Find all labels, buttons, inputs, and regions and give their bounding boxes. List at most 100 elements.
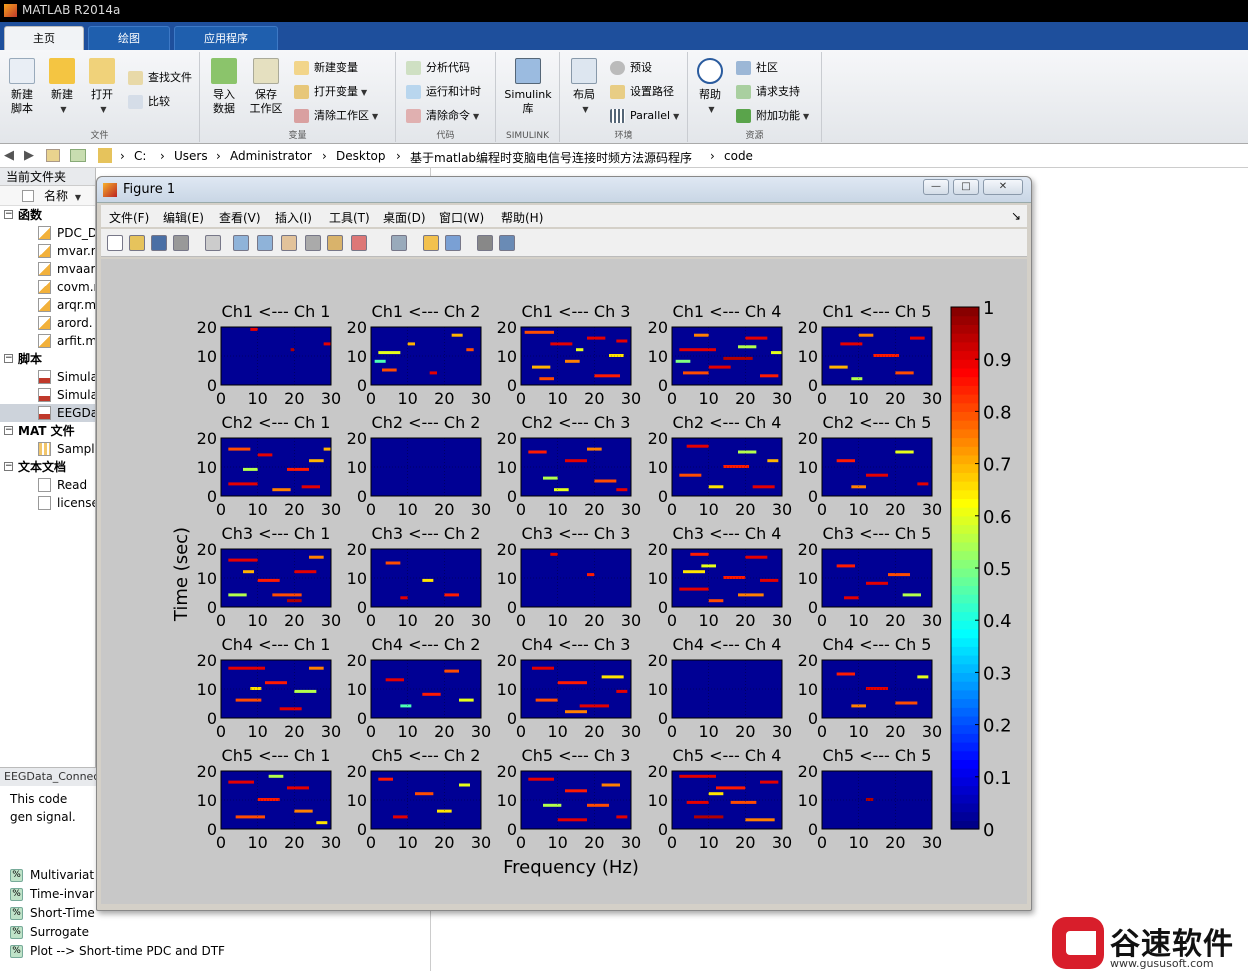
- open-variable-button[interactable]: 打开变量 ▼: [294, 82, 367, 102]
- colorbar-segment: [951, 446, 979, 456]
- heatmap-block: [287, 467, 309, 471]
- breadcrumb-item[interactable]: 基于matlab编程时变脑电信号连接时频方法源码程序: [410, 149, 692, 166]
- simulink-library-button[interactable]: Simulink 库: [504, 56, 552, 116]
- show-tools-icon[interactable]: [499, 235, 515, 251]
- minimize-icon[interactable]: —: [923, 179, 949, 195]
- name-column-header[interactable]: 名称 ▼: [0, 186, 95, 206]
- tree-section[interactable]: − 脚本: [0, 350, 95, 368]
- close-icon[interactable]: ✕: [983, 179, 1023, 195]
- x-tick-label: 20: [885, 611, 905, 630]
- save-icon[interactable]: [151, 235, 167, 251]
- figure-menu-item[interactable]: 桌面(D): [383, 209, 426, 226]
- print-icon[interactable]: [173, 235, 189, 251]
- y-tick-label: 10: [347, 680, 367, 699]
- x-tick-label: 20: [434, 833, 454, 852]
- figure-menu-item[interactable]: 插入(I): [275, 209, 312, 226]
- tree-section[interactable]: − 文本文档: [0, 458, 95, 476]
- heatmap-block: [594, 479, 617, 483]
- dock-icon[interactable]: ↘: [1011, 209, 1021, 223]
- colorbar-icon[interactable]: [423, 235, 439, 251]
- file-item[interactable]: mvar.m: [0, 242, 95, 260]
- layout-button[interactable]: 布局 ▼: [564, 56, 604, 117]
- collapse-icon[interactable]: −: [4, 210, 13, 219]
- pointer-icon[interactable]: [205, 235, 221, 251]
- clear-workspace-button[interactable]: 清除工作区 ▼: [294, 106, 378, 126]
- up-folder-icon[interactable]: [46, 149, 60, 162]
- tab-apps[interactable]: 应用程序: [174, 26, 278, 50]
- tab-home[interactable]: 主页: [4, 26, 84, 50]
- breadcrumb-item[interactable]: code: [724, 149, 753, 163]
- file-item[interactable]: license: [0, 494, 95, 512]
- file-item[interactable]: EEGDa: [0, 404, 95, 422]
- rotate-icon[interactable]: [305, 235, 321, 251]
- maximize-icon[interactable]: □: [953, 179, 979, 195]
- collapse-icon[interactable]: −: [4, 426, 13, 435]
- forward-icon[interactable]: ▶: [24, 148, 34, 163]
- breadcrumb-item[interactable]: Desktop: [336, 149, 386, 163]
- file-item[interactable]: arqr.m: [0, 296, 95, 314]
- file-item[interactable]: Simula: [0, 368, 95, 386]
- collapse-icon[interactable]: −: [4, 462, 13, 471]
- figure-menu-item[interactable]: 窗口(W): [439, 209, 484, 226]
- new-figure-icon[interactable]: [107, 235, 123, 251]
- figure-menu-item[interactable]: 帮助(H): [501, 209, 543, 226]
- save-workspace-button[interactable]: 保存 工作区: [246, 56, 286, 116]
- addons-button[interactable]: 附加功能 ▼: [736, 106, 809, 126]
- hide-tools-icon[interactable]: [477, 235, 493, 251]
- file-item[interactable]: covm.m: [0, 278, 95, 296]
- brand-url: www.gususoft.com: [1110, 957, 1214, 970]
- preferences-button[interactable]: 预设: [610, 58, 652, 78]
- tree-section[interactable]: − 函数: [0, 206, 95, 224]
- set-path-button[interactable]: 设置路径: [610, 82, 674, 102]
- help-button[interactable]: 帮助 ▼: [690, 56, 730, 117]
- browse-folder-icon[interactable]: [70, 149, 86, 162]
- request-support-button[interactable]: 请求支持: [736, 82, 800, 102]
- zoom-out-icon[interactable]: [257, 235, 273, 251]
- find-files-button[interactable]: 查找文件: [128, 68, 192, 88]
- breadcrumb-item[interactable]: Administrator: [230, 149, 312, 163]
- new-button[interactable]: 新建 ▼: [42, 56, 82, 117]
- import-data-button[interactable]: 导入 数据: [204, 56, 244, 116]
- file-item[interactable]: mvaar.: [0, 260, 95, 278]
- zoom-in-icon[interactable]: [233, 235, 249, 251]
- breadcrumb-item[interactable]: Users: [174, 149, 208, 163]
- y-tick-label: 10: [648, 458, 668, 477]
- pan-icon[interactable]: [281, 235, 297, 251]
- subplot-title: Ch4 <--- Ch 2: [372, 635, 481, 654]
- cell-item[interactable]: % Plot --> Short-time PDC and DTF: [0, 942, 430, 961]
- file-item-label: Read: [57, 478, 88, 492]
- open-button[interactable]: 打开 ▼: [82, 56, 122, 117]
- back-icon[interactable]: ◀: [4, 148, 14, 163]
- collapse-icon[interactable]: −: [4, 354, 13, 363]
- y-tick-label: 20: [648, 540, 668, 559]
- file-item[interactable]: Simula: [0, 386, 95, 404]
- figure-menu-item[interactable]: 编辑(E): [163, 209, 204, 226]
- analyze-code-button[interactable]: 分析代码: [406, 58, 470, 78]
- figure-menu-item[interactable]: 文件(F): [109, 209, 149, 226]
- compare-button[interactable]: 比较: [128, 92, 170, 112]
- colorbar-segment: [951, 315, 979, 325]
- community-button[interactable]: 社区: [736, 58, 778, 78]
- figure-menu-item[interactable]: 工具(T): [329, 209, 370, 226]
- figure-menu-item[interactable]: 查看(V): [219, 209, 261, 226]
- open-file-icon[interactable]: [129, 235, 145, 251]
- tree-section[interactable]: − MAT 文件: [0, 422, 95, 440]
- find-files-icon: [128, 71, 143, 85]
- link-icon[interactable]: [391, 235, 407, 251]
- parallel-button[interactable]: Parallel ▼: [610, 106, 679, 126]
- new-variable-button[interactable]: 新建变量: [294, 58, 358, 78]
- legend-icon[interactable]: [445, 235, 461, 251]
- run-and-time-button[interactable]: 运行和计时: [406, 82, 481, 102]
- brush-icon[interactable]: [351, 235, 367, 251]
- data-cursor-icon[interactable]: [327, 235, 343, 251]
- file-item[interactable]: Read: [0, 476, 95, 494]
- cell-item[interactable]: % Surrogate: [0, 923, 430, 942]
- new-script-button[interactable]: 新建 脚本: [2, 56, 42, 116]
- clear-commands-button[interactable]: 清除命令 ▼: [406, 106, 479, 126]
- file-item[interactable]: Sampl: [0, 440, 95, 458]
- file-item[interactable]: PDC_D: [0, 224, 95, 242]
- tab-plots[interactable]: 绘图: [88, 26, 170, 50]
- breadcrumb-item[interactable]: C:: [134, 149, 146, 163]
- file-item[interactable]: arfit.m: [0, 332, 95, 350]
- file-item[interactable]: arord.: [0, 314, 95, 332]
